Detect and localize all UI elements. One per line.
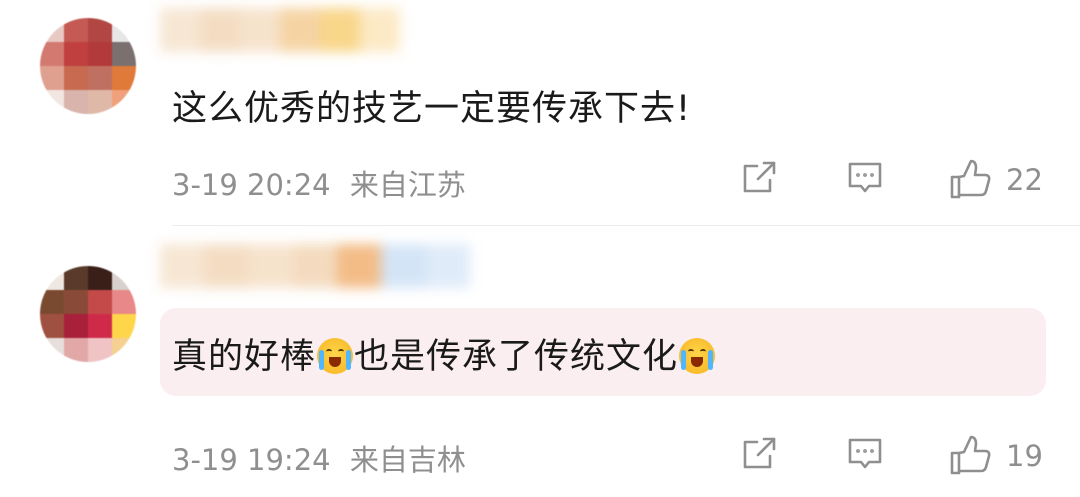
avatar-pixel (40, 314, 64, 338)
avatar-pixel (112, 290, 136, 314)
comment-date: 3-19 19:24 (172, 443, 331, 477)
username[interactable] (160, 244, 470, 288)
avatar-pixel (40, 266, 64, 290)
comment-icon (848, 162, 882, 193)
crying-laughing-emoji (317, 338, 354, 374)
thumbs-up-icon (950, 159, 991, 199)
username-block (320, 8, 360, 52)
username[interactable] (160, 8, 400, 52)
avatar-pixel (88, 90, 112, 114)
avatar-pixel (88, 290, 112, 314)
avatar-pixel (112, 90, 136, 114)
reply-button[interactable] (845, 158, 885, 198)
username-block (240, 8, 280, 52)
avatar-pixel (64, 266, 88, 290)
avatar-pixel (40, 90, 64, 114)
avatar-pixel (88, 42, 112, 66)
comment-location: 来自吉林 (349, 443, 466, 477)
avatar-pixel (40, 290, 64, 314)
crying-laughing-emoji (679, 338, 716, 374)
comment-text: 这么优秀的技艺一定要传承下去! (172, 89, 692, 129)
avatar-pixel (40, 18, 64, 42)
avatar-pixel (40, 42, 64, 66)
avatar-pixel (88, 314, 112, 338)
avatar-pixel (40, 66, 64, 90)
avatar-pixel (64, 290, 88, 314)
comment-icon (848, 438, 882, 469)
avatar-pixel (88, 266, 112, 290)
share-button[interactable] (740, 158, 780, 198)
avatar-pixel (88, 18, 112, 42)
comment-date: 3-19 20:24 (172, 168, 331, 202)
avatar[interactable] (40, 18, 136, 114)
like-count: 22 (1006, 163, 1043, 197)
avatar-pixel (112, 18, 136, 42)
avatar-pixel (88, 66, 112, 90)
avatar-pixel (64, 314, 88, 338)
avatar-pixel (40, 338, 64, 362)
share-button[interactable] (740, 434, 780, 474)
username-block (248, 244, 293, 288)
username-block (200, 8, 240, 52)
avatar-pixel (64, 66, 88, 90)
comment-item: 这么优秀的技艺一定要传承下去! 3-19 20:24 来自江苏 22 (0, 0, 1080, 225)
avatar-pixel (112, 66, 136, 90)
username-block (204, 244, 249, 288)
username-block (292, 244, 338, 288)
comment-location: 来自江苏 (349, 168, 466, 202)
username-block (381, 244, 426, 288)
avatar-pixel (112, 314, 136, 338)
share-icon (743, 437, 776, 469)
comment-text-part: 也是传承了传统文化 (354, 337, 679, 377)
like-button[interactable]: 22 (948, 158, 1043, 202)
avatar-pixel (112, 338, 136, 362)
reply-button[interactable] (845, 434, 885, 474)
avatar-pixel (64, 90, 88, 114)
username-block (360, 8, 400, 52)
username-block (160, 8, 200, 52)
comment-meta: 3-19 20:24 来自江苏 (172, 162, 466, 204)
comment-text-part: 真的好棒 (172, 337, 317, 377)
like-button[interactable]: 19 (948, 434, 1043, 478)
like-count: 19 (1006, 439, 1043, 473)
avatar-pixel (64, 42, 88, 66)
avatar-pixel (64, 338, 88, 362)
comment-item: 真的好棒 也是传承了传统文化 3-19 19:24 来自吉林 19 (0, 226, 1080, 497)
username-block (425, 244, 470, 288)
comment-meta: 3-19 19:24 来自吉林 (172, 437, 466, 479)
username-block (160, 244, 205, 288)
avatar-pixel (112, 42, 136, 66)
avatar[interactable] (40, 266, 136, 362)
share-icon (743, 161, 776, 193)
thumbs-up-icon (950, 435, 991, 475)
comment-text: 真的好棒 也是传承了传统文化 (172, 328, 716, 379)
username-block (337, 244, 382, 288)
avatar-pixel (112, 266, 136, 290)
username-block (280, 8, 320, 52)
avatar-pixel (64, 18, 88, 42)
avatar-pixel (88, 338, 112, 362)
